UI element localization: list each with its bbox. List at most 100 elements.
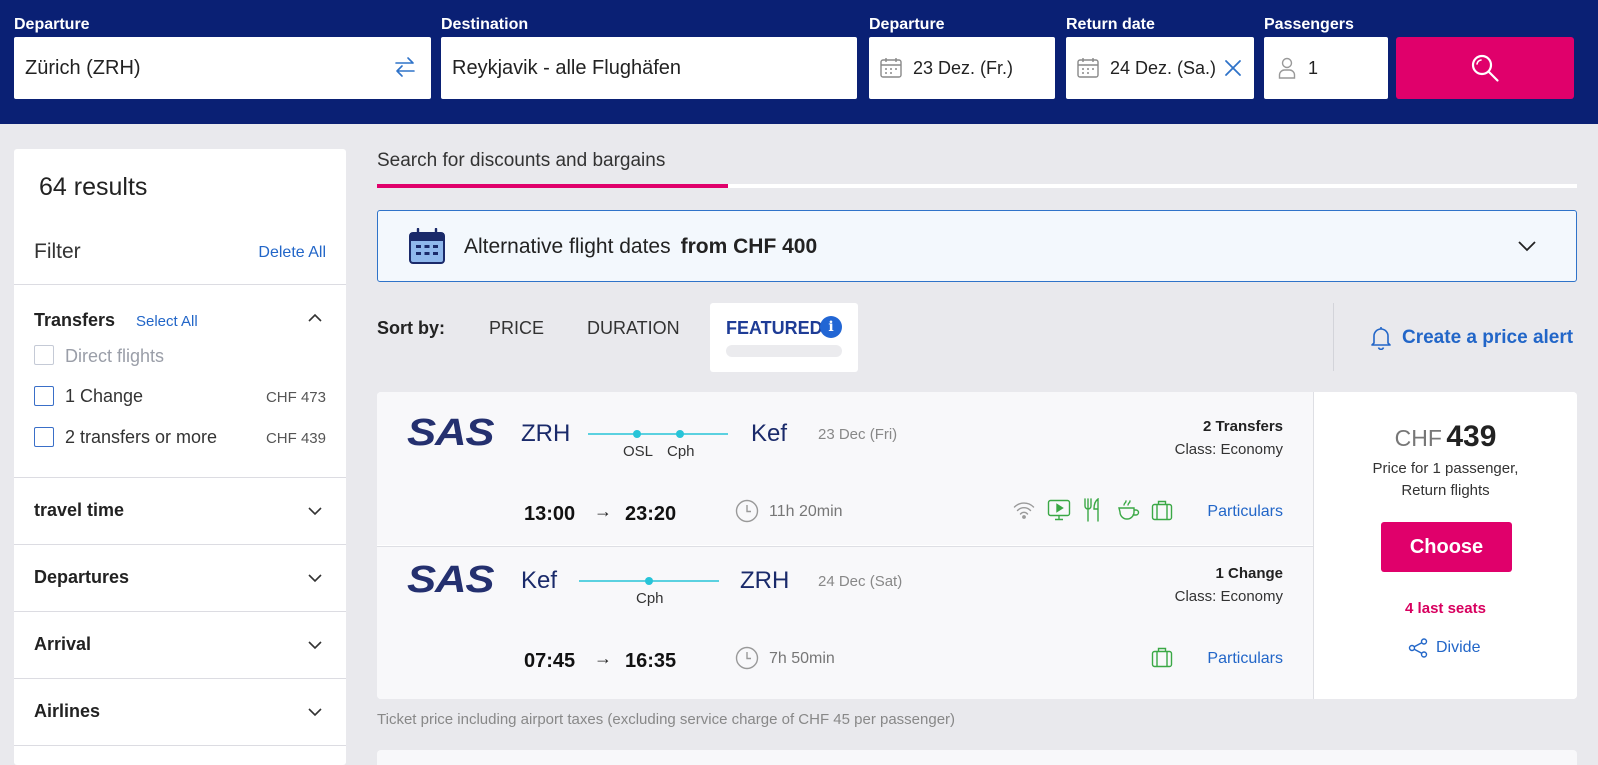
depdate-label: Departure	[869, 16, 945, 33]
stop-cph: Cph	[636, 590, 664, 607]
chevron-down-icon	[308, 507, 322, 516]
price-panel: CHF 439 Price for 1 passenger, Return fl…	[1314, 392, 1577, 699]
travel-time-section[interactable]: travel time	[14, 477, 346, 544]
tab-discounts[interactable]: Search for discounts and bargains	[377, 150, 665, 172]
time-arrow: →	[594, 648, 612, 668]
alt-dates-price: from CHF 400	[680, 235, 818, 258]
divider	[1333, 303, 1334, 371]
departure-date-value: 23 Dez. (Fr.)	[913, 57, 1014, 78]
alt-dates-text: Alternative flight dates from CHF 400	[464, 235, 817, 259]
transfers-count: 1 Change	[1215, 565, 1283, 582]
info-icon[interactable]: i	[820, 316, 842, 338]
calendar-icon	[1076, 56, 1100, 80]
clear-icon[interactable]	[1224, 59, 1242, 77]
drink-icon	[1116, 498, 1140, 522]
one-change-checkbox[interactable]	[34, 386, 54, 406]
sort-price[interactable]: PRICE	[489, 318, 544, 339]
filter-title: Filter	[34, 240, 81, 263]
arrival-heading: Arrival	[34, 634, 92, 654]
retdate-label: Return date	[1066, 16, 1155, 33]
departure-date-field[interactable]: 23 Dez. (Fr.)	[869, 37, 1055, 99]
departure-label: Departure	[14, 16, 90, 33]
two-transfers-checkbox[interactable]	[34, 427, 54, 447]
price-alert-link[interactable]: Create a price alert	[1370, 326, 1573, 350]
clock-icon	[735, 499, 759, 523]
price-currency: CHF	[1394, 425, 1442, 451]
details-link-outbound[interactable]: Particulars	[1207, 503, 1283, 521]
calendar-icon	[408, 228, 446, 266]
transfers-section: Transfers Select All Direct flights 1 Ch…	[14, 284, 346, 477]
choose-button[interactable]: Choose	[1381, 522, 1512, 572]
calendar-icon	[879, 56, 903, 80]
flight-card: SAS ZRH OSL Cph Kef 23 Dec (Fri) 2 Trans…	[377, 392, 1577, 699]
departures-heading: Departures	[34, 567, 130, 587]
origin-airport: ZRH	[521, 420, 571, 447]
price: CHF 439	[1314, 420, 1577, 454]
return-date-field[interactable]: 24 Dez. (Sa.)	[1066, 37, 1254, 99]
flight-duration: 7h 50min	[769, 650, 835, 667]
transfers-heading[interactable]: Transfers	[34, 310, 115, 331]
arrival-section[interactable]: Arrival	[14, 611, 346, 678]
sort-duration[interactable]: DURATION	[587, 318, 680, 339]
search-icon	[1470, 53, 1500, 83]
origin-airport: Kef	[521, 567, 558, 594]
price-amount: 439	[1446, 420, 1497, 453]
chevron-up-icon[interactable]	[308, 313, 322, 322]
meal-icon	[1082, 498, 1104, 522]
chevron-down-icon	[308, 574, 322, 583]
search-button[interactable]	[1396, 37, 1574, 99]
one-change-label: 1 Change	[65, 386, 144, 406]
select-all-link[interactable]: Select All	[136, 313, 198, 330]
chevron-down-icon	[308, 641, 322, 650]
travel-time-heading: travel time	[34, 500, 125, 520]
flight-duration: 11h 20min	[769, 503, 843, 520]
departures-section[interactable]: Departures	[14, 544, 346, 611]
departure-value: Zürich (ZRH)	[25, 56, 141, 79]
direct-flights-label: Direct flights	[65, 346, 165, 366]
price-note-line1: Price for 1 passenger,	[1372, 460, 1519, 477]
destination-value: Reykjavik - alle Flughäfen	[452, 56, 681, 79]
flight-date: 24 Dec (Sat)	[818, 573, 903, 590]
filter-sidebar: 64 results Filter Delete All Transfers S…	[14, 149, 346, 765]
departure-field[interactable]: Zürich (ZRH)	[14, 37, 431, 99]
airline-logo: SAS	[407, 412, 495, 454]
airlines-section[interactable]: Airlines	[14, 678, 346, 745]
route-line	[579, 577, 719, 585]
video-icon	[1047, 499, 1071, 521]
stop-cph: Cph	[667, 443, 695, 460]
person-icon	[1278, 57, 1296, 79]
arrival-time: 23:20	[625, 503, 677, 525]
passengers-value: 1	[1308, 57, 1319, 78]
time-arrow: →	[594, 501, 612, 521]
outbound-leg: SAS ZRH OSL Cph Kef 23 Dec (Fri) 2 Trans…	[377, 392, 1313, 545]
bell-icon	[1370, 326, 1392, 350]
airlines-heading: Airlines	[34, 701, 101, 721]
baggage-icon	[1151, 499, 1173, 521]
price-note: Price for 1 passenger, Return flights	[1314, 458, 1577, 502]
price-note-line2: Return flights	[1401, 482, 1490, 499]
airline-logo: SAS	[407, 559, 495, 601]
departure-time: 13:00	[524, 503, 576, 525]
two-transfers-price: CHF 439	[265, 430, 326, 447]
tab-underline	[377, 184, 1577, 188]
baggage-icon	[1151, 646, 1173, 668]
flight-date: 23 Dec (Fri)	[818, 426, 898, 443]
route-line	[588, 430, 728, 438]
cabin-class: Class: Economy	[1174, 588, 1283, 605]
direct-flights-checkbox[interactable]	[34, 345, 54, 365]
swap-icon[interactable]	[393, 55, 417, 79]
results-count: 64 results	[39, 173, 148, 201]
alternative-dates-bar[interactable]: Alternative flight dates from CHF 400	[377, 210, 1577, 282]
passengers-field[interactable]: 1	[1264, 37, 1388, 99]
share-link[interactable]: Divide	[1408, 638, 1480, 658]
destination-field[interactable]: Reykjavik - alle Flughäfen	[441, 37, 857, 99]
destination-airport: Kef	[751, 420, 788, 447]
details-link-inbound[interactable]: Particulars	[1207, 650, 1283, 668]
price-footnote: Ticket price including airport taxes (ex…	[377, 711, 956, 728]
return-date-value: 24 Dez. (Sa.)	[1110, 57, 1217, 78]
featured-indicator	[726, 345, 842, 357]
delete-all-link[interactable]: Delete All	[258, 244, 326, 262]
sort-featured[interactable]: FEATURED i	[710, 303, 858, 372]
featured-label: FEATURED	[726, 318, 823, 338]
stop-osl: OSL	[623, 443, 654, 460]
